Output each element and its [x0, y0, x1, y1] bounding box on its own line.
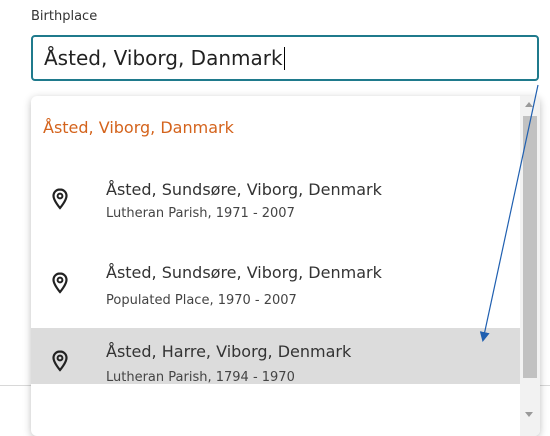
- birthplace-input-value: Åsted, Viborg, Danmark: [44, 46, 283, 70]
- birthplace-suggestions-dropdown: Åsted, Viborg, Danmark Åsted, Sundsøre, …: [31, 96, 540, 436]
- suggestion-title: Åsted, Sundsøre, Viborg, Denmark: [106, 180, 382, 199]
- suggestion-title: Åsted, Sundsøre, Viborg, Denmark: [106, 263, 382, 282]
- dropdown-scrollbar[interactable]: [520, 96, 540, 436]
- suggestion-option[interactable]: Åsted, Sundsøre, Viborg, Denmark Populat…: [31, 248, 520, 310]
- typed-value-suggestion[interactable]: Åsted, Viborg, Danmark: [43, 118, 234, 137]
- suggestion-title: Åsted, Harre, Viborg, Denmark: [106, 342, 352, 361]
- text-caret: [283, 46, 285, 70]
- location-pin-icon: [52, 188, 68, 210]
- suggestion-option[interactable]: Åsted, Sundsøre, Viborg, Denmark Luthera…: [31, 166, 520, 228]
- location-pin-icon: [52, 350, 68, 372]
- suggestion-subtitle: Lutheran Parish, 1971 - 2007: [106, 206, 295, 221]
- suggestion-option-highlighted[interactable]: Åsted, Harre, Viborg, Denmark Lutheran P…: [31, 328, 520, 385]
- scroll-down-arrow-icon[interactable]: [525, 412, 533, 417]
- suggestion-subtitle: Populated Place, 1970 - 2007: [106, 293, 297, 308]
- birthplace-label: Birthplace: [31, 9, 98, 24]
- scrollbar-thumb[interactable]: [523, 116, 537, 378]
- location-pin-icon: [52, 272, 68, 294]
- birthplace-input[interactable]: Åsted, Viborg, Danmark: [31, 35, 539, 81]
- suggestion-subtitle: Lutheran Parish, 1794 - 1970: [106, 370, 295, 385]
- scroll-up-arrow-icon[interactable]: [525, 102, 533, 107]
